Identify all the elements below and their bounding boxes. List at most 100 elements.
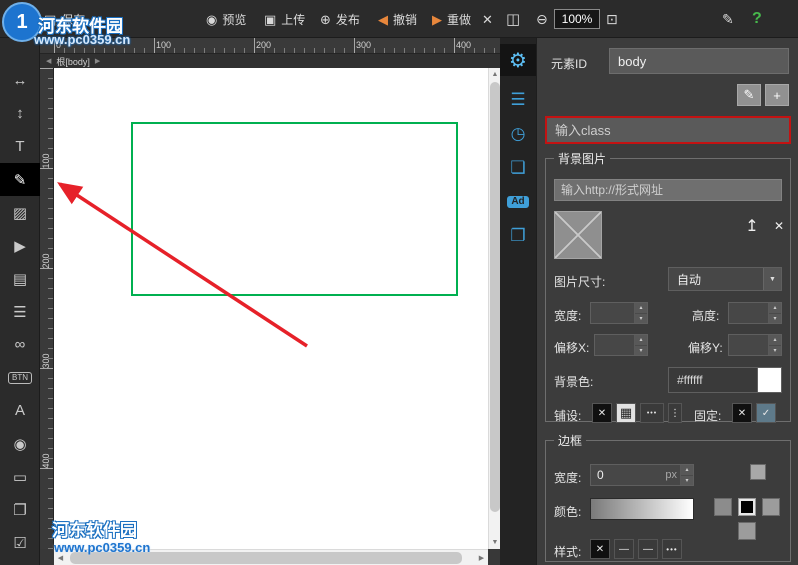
spin-down-icon[interactable]: ▾ [635,346,647,356]
breadcrumb-next-icon[interactable]: ▶ [95,57,100,65]
spin-down-icon[interactable]: ▾ [769,346,781,356]
bg-height-spinner[interactable]: ▴▾ [728,302,782,324]
x-icon: ✕ [738,408,746,419]
upload-image-button[interactable]: ↥ [740,215,764,237]
scroll-right-icon[interactable]: ▶ [475,550,488,565]
border-group-title: 边框 [554,432,586,449]
breadcrumb-prev-icon[interactable]: ◀ [46,57,51,65]
border-style-none-button[interactable]: ✕ [590,539,610,559]
zoom-level-input[interactable]: 100% [554,9,600,29]
publish-button[interactable]: ⊕发布 [320,0,360,38]
spin-down-icon[interactable]: ▾ [681,476,693,486]
horizontal-scroll-thumb[interactable] [70,552,462,564]
redo-button[interactable]: ▶重做 [432,0,471,38]
help-button[interactable]: ? [752,0,762,38]
tool-layers[interactable]: ❐ [0,493,40,526]
tool-rectangle[interactable]: ▭ [0,460,40,493]
pages-tab[interactable]: ❐ [500,220,536,252]
border-color-swatch-extra[interactable] [738,522,756,540]
fixed-on-button[interactable]: ✓ [756,403,776,423]
spin-up-icon[interactable]: ▴ [635,303,647,314]
border-style-label: 样式: [554,543,581,560]
add-element-button[interactable]: + [765,84,789,106]
design-canvas[interactable] [54,68,488,549]
settings-tab[interactable]: ⚙ [500,44,536,76]
tile-repeat-button[interactable]: ▦ [616,403,636,423]
upload-tray-icon: ↥ [745,216,758,236]
offset-y-label: 偏移Y: [688,339,723,356]
upload-button[interactable]: ▣上传 [264,0,305,38]
ruler-label: 100 [156,40,171,50]
border-color-swatch-light[interactable] [762,498,780,516]
vertical-scroll-thumb[interactable] [490,82,500,512]
tool-checkbox[interactable]: ☑ [0,526,40,559]
ad-tab[interactable]: Ad [500,186,536,218]
background-image-thumbnail[interactable] [554,211,602,259]
image-size-select[interactable]: 自动 ▼ [668,267,782,291]
save-button[interactable]: ▤保存 [44,0,85,38]
close-button[interactable]: ✕ [482,0,493,38]
border-color-swatch-black[interactable] [738,498,756,516]
horizontal-scrollbar[interactable]: ◀ ▶ [54,549,488,565]
save-label: 保存 [61,11,85,28]
tile-repeat-x-button[interactable]: ••• [640,403,664,423]
tool-font[interactable]: A [0,394,40,427]
edit-element-button[interactable]: ✎ [737,84,761,106]
dash-icon: — [643,544,653,555]
bg-width-spinner[interactable]: ▴▾ [590,302,648,324]
bg-color-swatch[interactable] [757,368,781,392]
tool-edit[interactable]: ✎ [0,163,40,196]
vertical-scrollbar[interactable]: ▲ ▼ [488,68,500,549]
border-width-spinner[interactable]: 0 px ▴▾ [590,464,694,486]
border-preview-swatch[interactable] [750,464,766,480]
spin-up-icon[interactable]: ▴ [681,465,693,476]
crop-button[interactable]: ⊡ [606,0,618,38]
tile-repeat-y-button[interactable]: ⋮ [668,403,682,423]
background-url-input[interactable] [554,179,782,201]
border-style-solid-button[interactable]: — [614,539,634,559]
undo-button[interactable]: ◀撤销 [378,0,417,38]
spin-up-icon[interactable]: ▴ [769,335,781,346]
selection-rect[interactable] [131,122,458,296]
bg-height-label: 高度: [692,307,719,324]
panel-toggle-button[interactable]: ◫ [506,0,520,38]
tool-resize-horizontal[interactable]: ↔ [0,64,40,97]
border-style-dashed-button[interactable]: — [638,539,658,559]
tool-record[interactable]: ◉ [0,427,40,460]
offset-x-spinner[interactable]: ▴▾ [594,334,648,356]
tool-link[interactable]: ∞ [0,328,40,361]
components-tab[interactable]: ❏ [500,152,536,184]
tool-text[interactable]: T [0,130,40,163]
element-id-input[interactable] [609,48,789,74]
breadcrumb-label[interactable]: 根[body] [56,55,90,68]
border-color-label: 颜色: [554,503,581,520]
publish-label: 发布 [336,11,360,28]
bg-color-input[interactable]: #ffffff [668,367,782,393]
border-color-swatch-gray[interactable] [714,498,732,516]
remove-image-button[interactable]: ✕ [770,215,788,237]
border-group: 边框 宽度: 0 px ▴▾ 颜色: 样式: ✕ — — ••• [545,432,791,562]
upload-icon: ▣ [264,13,276,26]
spin-down-icon[interactable]: ▾ [769,314,781,324]
spin-up-icon[interactable]: ▴ [769,303,781,314]
offset-y-spinner[interactable]: ▴▾ [728,334,782,356]
class-input[interactable] [545,116,791,144]
spin-down-icon[interactable]: ▾ [635,314,647,324]
tool-resize-vertical[interactable]: ↕ [0,97,40,130]
border-style-dotted-button[interactable]: ••• [662,539,682,559]
zoom-out-button[interactable]: ⊖ [536,0,548,38]
tool-video[interactable]: ▶ [0,229,40,262]
tool-button[interactable]: BTN [0,361,40,394]
spin-up-icon[interactable]: ▴ [635,335,647,346]
tool-page[interactable]: ▤ [0,262,40,295]
scroll-left-icon[interactable]: ◀ [54,550,67,565]
history-tab[interactable]: ◷ [500,118,536,150]
preview-button[interactable]: ◉预览 [206,0,246,38]
tool-image[interactable]: ▨ [0,196,40,229]
fixed-off-button[interactable]: ✕ [732,403,752,423]
tool-list[interactable]: ☰ [0,295,40,328]
border-color-gradient[interactable] [590,498,694,520]
layout-tab[interactable]: ☰ [500,84,536,116]
tile-none-button[interactable]: ✕ [592,403,612,423]
pen-button[interactable]: ✎ [722,0,734,38]
